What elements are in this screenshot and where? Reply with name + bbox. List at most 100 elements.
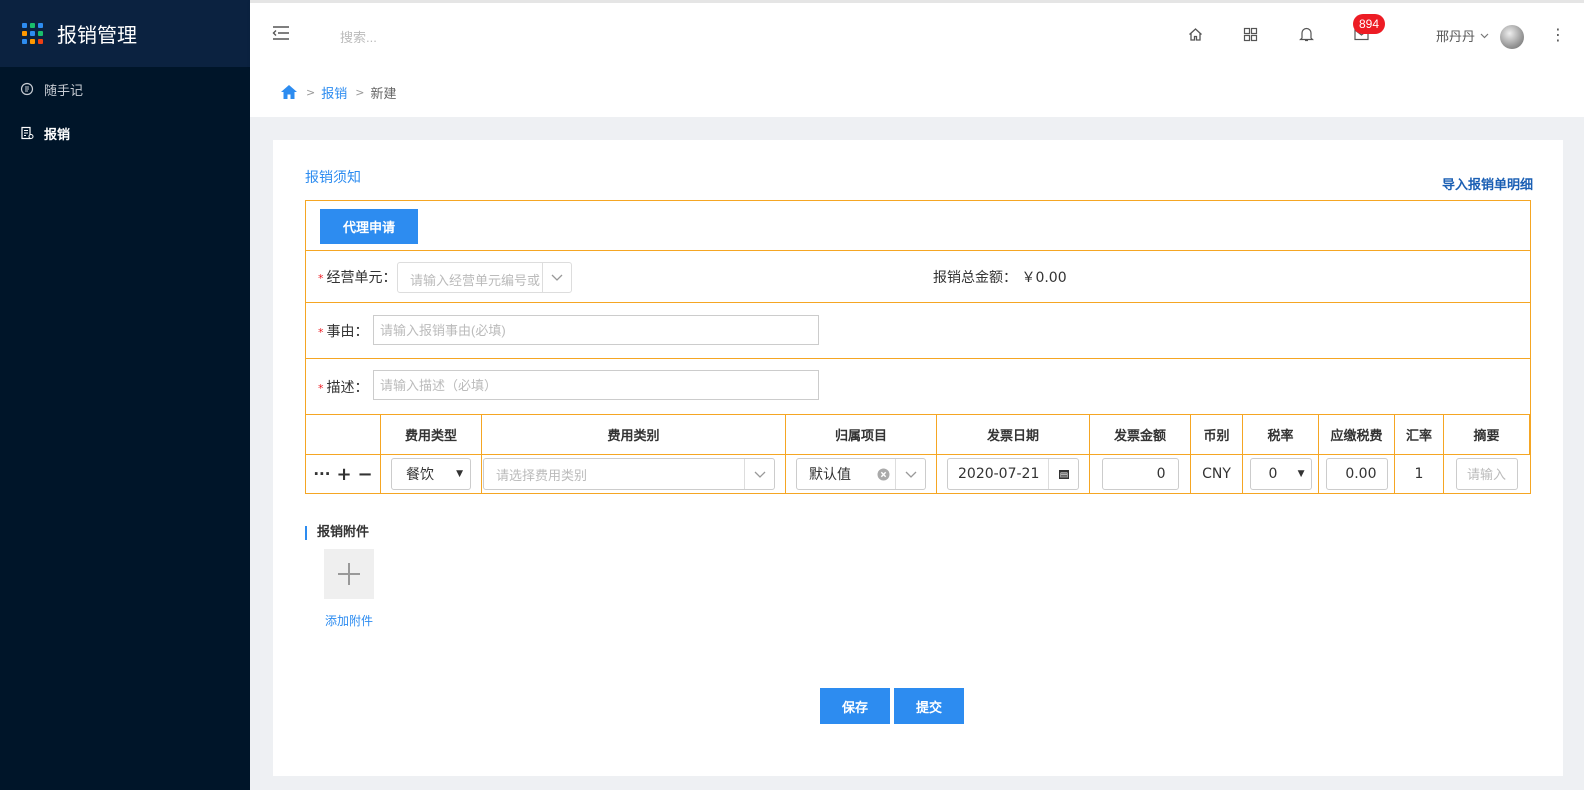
reason-label: * 事由：	[318, 321, 369, 341]
tax-rate-cell: 0 ▼	[1243, 455, 1319, 493]
tax-rate-value: 0	[1268, 466, 1278, 482]
required-mark: *	[318, 326, 324, 339]
clear-icon[interactable]	[877, 468, 890, 485]
description-label-text: 描述：	[326, 380, 369, 396]
top-header: 894 邢丹丹 ⋮	[250, 0, 1584, 67]
calendar-icon[interactable]	[1048, 459, 1078, 489]
table-header-exchange-rate: 汇率	[1395, 415, 1444, 455]
tax-payable-input[interactable]: 0.00	[1325, 458, 1388, 490]
sidebar: 报销管理 随手记 报销	[0, 0, 250, 790]
submit-button[interactable]: 提交	[894, 688, 964, 724]
table-header-expense-type: 费用类型	[381, 415, 482, 455]
business-unit-placeholder: 请输入经营单元编号或...	[410, 274, 540, 289]
invoice-amount-cell: 0	[1090, 455, 1191, 493]
breadcrumb-separator: >	[306, 85, 316, 99]
expense-type-value: 餐饮	[406, 467, 434, 483]
sidebar-item-label: 随手记	[44, 83, 84, 99]
tax-payable-value: 0.00	[1345, 466, 1377, 482]
collapse-menu-icon[interactable]	[272, 25, 290, 41]
breadcrumb: > 报销 > 新建	[250, 67, 1584, 117]
breadcrumb-separator: >	[355, 85, 365, 99]
reason-input[interactable]	[373, 315, 819, 345]
exchange-rate-value: 1	[1414, 466, 1424, 482]
content-card: 报销须知 导入报销单明细 代理申请 * 经营单元： 请输入经营单元编号或... 报…	[273, 140, 1563, 776]
invoice-amount-value: 0	[1156, 466, 1166, 482]
expense-type-cell: 餐饮 ▼	[381, 455, 482, 493]
add-row-icon[interactable]: +	[336, 464, 351, 485]
user-name: 邢丹丹	[1436, 30, 1476, 45]
reason-label-text: 事由：	[326, 324, 369, 340]
attachments-title: 报销附件	[305, 526, 369, 540]
form-row-actions: 代理申请	[306, 201, 1530, 251]
chevron-down-icon	[1480, 33, 1489, 39]
agent-apply-button[interactable]: 代理申请	[320, 209, 418, 244]
breadcrumb-item-new: 新建	[370, 86, 397, 102]
add-attachment-button[interactable]	[324, 549, 374, 599]
business-unit-label: * 经营单元：	[318, 267, 397, 287]
reimbursement-notice-link[interactable]: 报销须知	[305, 167, 361, 187]
notebook-icon	[20, 82, 34, 96]
business-unit-label-text: 经营单元：	[326, 270, 397, 286]
summary-cell	[1444, 455, 1530, 493]
invoice-date-picker[interactable]: 2020-07-21	[947, 458, 1079, 490]
avatar[interactable]	[1500, 25, 1524, 49]
user-menu[interactable]: 邢丹丹	[1436, 26, 1489, 45]
invoice-date-value: 2020-07-21	[958, 466, 1040, 482]
total-amount: 报销总金额： ￥0.00	[933, 267, 1067, 287]
project-select[interactable]: 默认值	[796, 458, 926, 490]
description-input[interactable]	[373, 370, 819, 400]
table-header-actions	[306, 415, 381, 455]
caret-down-icon: ▼	[456, 469, 463, 479]
apps-grid-icon	[22, 23, 43, 44]
required-mark: *	[318, 382, 324, 395]
table-header-project: 归属项目	[786, 415, 937, 455]
table-row-actions: ··· + −	[306, 455, 381, 493]
description-label: * 描述：	[318, 377, 369, 397]
expense-type-select[interactable]: 餐饮 ▼	[391, 458, 471, 490]
caret-down-icon: ▼	[1297, 469, 1305, 479]
home-icon[interactable]	[1186, 25, 1204, 43]
table-header-invoice-date: 发票日期	[937, 415, 1090, 455]
table-header-tax-payable: 应缴税费	[1319, 415, 1395, 455]
tax-payable-cell: 0.00	[1319, 455, 1395, 493]
business-unit-select[interactable]: 请输入经营单元编号或...	[397, 262, 572, 293]
table-header-expense-category: 费用类别	[482, 415, 786, 455]
expense-category-placeholder: 请选择费用类别	[496, 468, 588, 484]
project-value: 默认值	[809, 467, 851, 483]
more-vertical-icon[interactable]: ⋮	[1550, 27, 1566, 43]
sidebar-item-reimbursement[interactable]: 报销	[0, 111, 250, 155]
invoice-amount-input[interactable]: 0	[1101, 458, 1179, 490]
breadcrumb-item-reimbursement[interactable]: 报销	[321, 83, 347, 102]
more-icon[interactable]: ···	[313, 465, 330, 483]
mail-badge: 894	[1353, 14, 1386, 34]
save-button[interactable]: 保存	[820, 688, 890, 724]
apps-icon[interactable]	[1241, 25, 1259, 43]
table-header-summary: 摘要	[1444, 415, 1530, 455]
form-row-reason: * 事由：	[306, 303, 1530, 359]
total-amount-value: ￥0.00	[1021, 270, 1067, 286]
chevron-down-icon	[542, 263, 571, 292]
bell-icon[interactable]	[1297, 25, 1315, 43]
home-icon[interactable]	[280, 84, 298, 100]
import-details-link[interactable]: 导入报销单明细	[1442, 174, 1533, 193]
expense-category-select[interactable]: 请选择费用类别	[483, 458, 775, 490]
table-header-tax-rate: 税率	[1243, 415, 1319, 455]
remove-row-icon[interactable]: −	[358, 464, 373, 485]
search-input[interactable]	[340, 27, 540, 47]
project-cell: 默认值	[786, 455, 937, 493]
add-attachment-link[interactable]: 添加附件	[325, 612, 373, 629]
summary-input[interactable]	[1456, 458, 1518, 490]
table-header-invoice-amount: 发票金额	[1090, 415, 1191, 455]
sidebar-item-label: 报销	[44, 127, 71, 143]
required-mark: *	[318, 272, 324, 285]
form-row-business-unit: * 经营单元： 请输入经营单元编号或... 报销总金额： ￥0.00	[306, 251, 1530, 303]
chevron-down-icon	[744, 459, 774, 489]
tax-rate-select[interactable]: 0 ▼	[1249, 458, 1312, 490]
exchange-rate-cell: 1	[1395, 455, 1444, 493]
invoice-date-cell: 2020-07-21	[937, 455, 1090, 493]
sidebar-item-notebook[interactable]: 随手记	[0, 67, 250, 111]
plus-icon	[337, 562, 361, 586]
app-title: 报销管理	[57, 23, 137, 47]
app-brand[interactable]: 报销管理	[0, 0, 250, 67]
table-header-currency: 币别	[1191, 415, 1243, 455]
